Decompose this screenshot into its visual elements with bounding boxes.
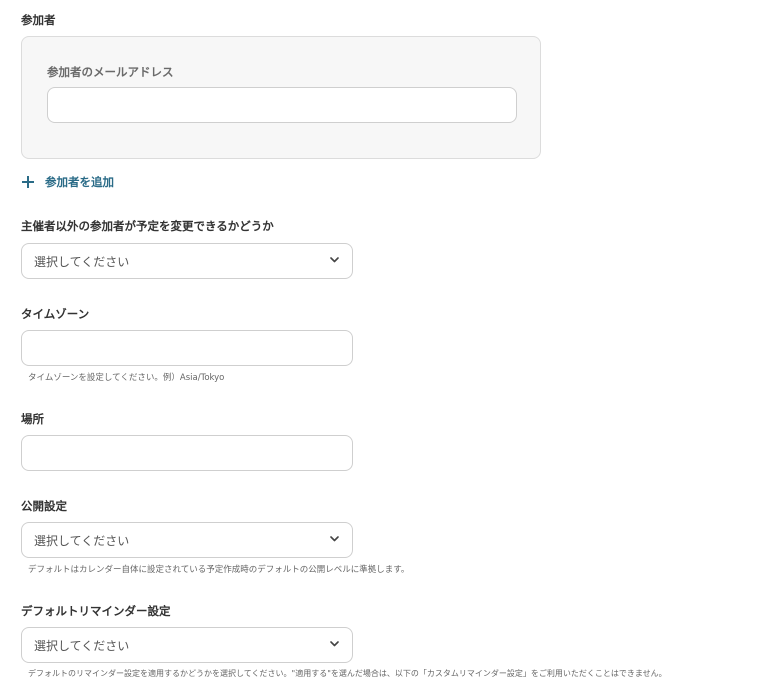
visibility-select[interactable]: 選択してください: [21, 522, 353, 558]
chevron-down-icon: [330, 536, 339, 542]
attendees-label: 参加者: [21, 13, 56, 27]
timezone-hint: タイムゾーンを設定してください。例）Asia/Tokyo: [28, 373, 225, 383]
visibility-value: 選択してください: [34, 534, 130, 548]
add-attendee-label: 参加者を追加: [45, 175, 114, 189]
chevron-down-icon: [330, 257, 339, 263]
attendee-email-input[interactable]: [47, 87, 517, 123]
default-reminder-select[interactable]: 選択してください: [21, 627, 353, 663]
attendee-email-label: 参加者のメールアドレス: [47, 65, 174, 79]
timezone-input[interactable]: [21, 330, 353, 366]
location-label: 場所: [21, 412, 44, 426]
timezone-label: タイムゾーン: [21, 307, 90, 321]
plus-icon: [22, 176, 34, 188]
default-reminder-hint: デフォルトのリマインダー設定を適用するかどうかを選択してください。"適用する"を…: [28, 669, 667, 678]
location-input[interactable]: [21, 435, 353, 471]
guests-can-modify-select[interactable]: 選択してください: [21, 243, 353, 279]
attendee-panel: 参加者のメールアドレス: [21, 36, 541, 159]
visibility-label: 公開設定: [21, 499, 67, 513]
default-reminder-value: 選択してください: [34, 639, 130, 653]
default-reminder-label: デフォルトリマインダー設定: [21, 604, 171, 618]
add-attendee-button[interactable]: 参加者を追加: [22, 173, 114, 191]
guests-can-modify-value: 選択してください: [34, 255, 130, 269]
visibility-hint: デフォルトはカレンダー自体に設定されている予定作成時のデフォルトの公開レベルに準…: [28, 565, 410, 575]
guests-can-modify-label: 主催者以外の参加者が予定を変更できるかどうか: [21, 219, 274, 233]
chevron-down-icon: [330, 641, 339, 647]
